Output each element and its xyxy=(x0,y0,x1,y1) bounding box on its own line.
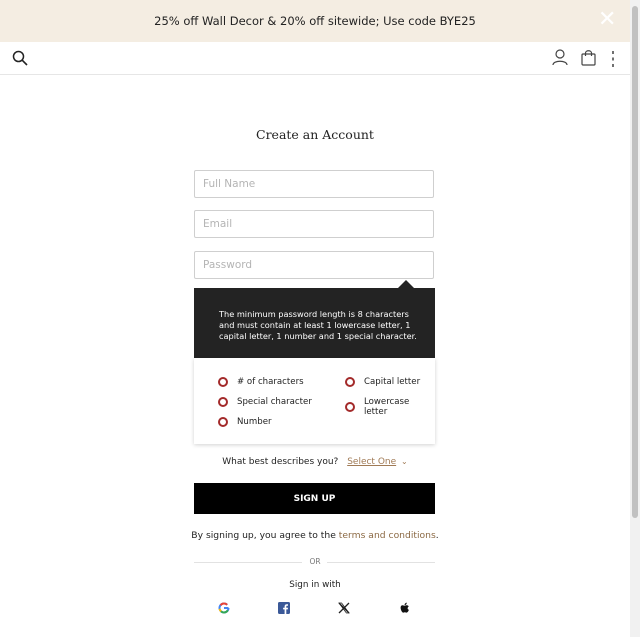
terms-prefix: By signing up, you agree to the xyxy=(191,530,339,541)
promo-banner: 25% off Wall Decor & 20% off sitewide; U… xyxy=(0,0,630,42)
requirement-label: Number xyxy=(237,417,272,427)
google-icon[interactable] xyxy=(218,602,230,614)
requirement-label: Capital letter xyxy=(364,377,421,387)
describe-row: What best describes you? Select One ⌄ xyxy=(0,457,630,467)
requirement-item: Number xyxy=(218,417,272,427)
password-tooltip-text: The minimum password length is 8 charact… xyxy=(219,309,417,341)
tooltip-arrow xyxy=(398,280,414,288)
requirement-status-icon xyxy=(345,402,355,412)
describe-label: What best describes you? xyxy=(222,457,339,467)
full-name-field[interactable] xyxy=(194,170,434,198)
terms-notice: By signing up, you agree to the terms an… xyxy=(0,530,630,541)
facebook-icon[interactable] xyxy=(278,602,290,614)
scrollbar-thumb[interactable] xyxy=(632,6,638,518)
requirement-item: Lowercase letter xyxy=(345,397,435,417)
terms-suffix: . xyxy=(435,530,439,541)
requirement-label: # of characters xyxy=(237,377,304,387)
page-title: Create an Account xyxy=(256,127,374,142)
requirement-item: Capital letter xyxy=(345,377,420,387)
or-label: OR xyxy=(309,557,321,566)
requirement-label: Special character xyxy=(237,397,312,407)
requirement-status-icon xyxy=(218,397,228,407)
close-icon[interactable]: ✕ xyxy=(598,9,616,31)
promo-banner-text: 25% off Wall Decor & 20% off sitewide; U… xyxy=(154,14,476,28)
page-scrollbar[interactable] xyxy=(630,0,640,637)
describe-select[interactable]: Select One xyxy=(347,457,396,467)
terms-link[interactable]: terms and conditions xyxy=(339,530,436,541)
requirement-status-icon xyxy=(345,377,355,387)
requirement-item: Special character xyxy=(218,397,312,407)
apple-icon[interactable] xyxy=(399,602,411,614)
email-field[interactable] xyxy=(194,210,434,238)
user-icon[interactable] xyxy=(552,49,568,66)
password-requirements: # of characters Capital letter Special c… xyxy=(194,358,435,444)
kebab-menu-icon[interactable] xyxy=(610,50,616,68)
requirement-status-icon xyxy=(218,417,228,427)
x-icon[interactable] xyxy=(338,602,350,614)
password-tooltip: The minimum password length is 8 charact… xyxy=(194,288,435,358)
requirement-item: # of characters xyxy=(218,377,304,387)
shopping-bag-icon[interactable] xyxy=(581,49,596,66)
requirement-status-icon xyxy=(218,377,228,387)
sign-in-with-label: Sign in with xyxy=(289,580,341,590)
password-field[interactable] xyxy=(194,251,434,279)
search-icon[interactable] xyxy=(12,50,28,66)
sign-up-button[interactable]: SIGN UP xyxy=(194,483,435,514)
top-nav xyxy=(0,42,630,75)
requirement-label: Lowercase letter xyxy=(364,397,410,417)
chevron-down-icon[interactable]: ⌄ xyxy=(401,457,408,466)
